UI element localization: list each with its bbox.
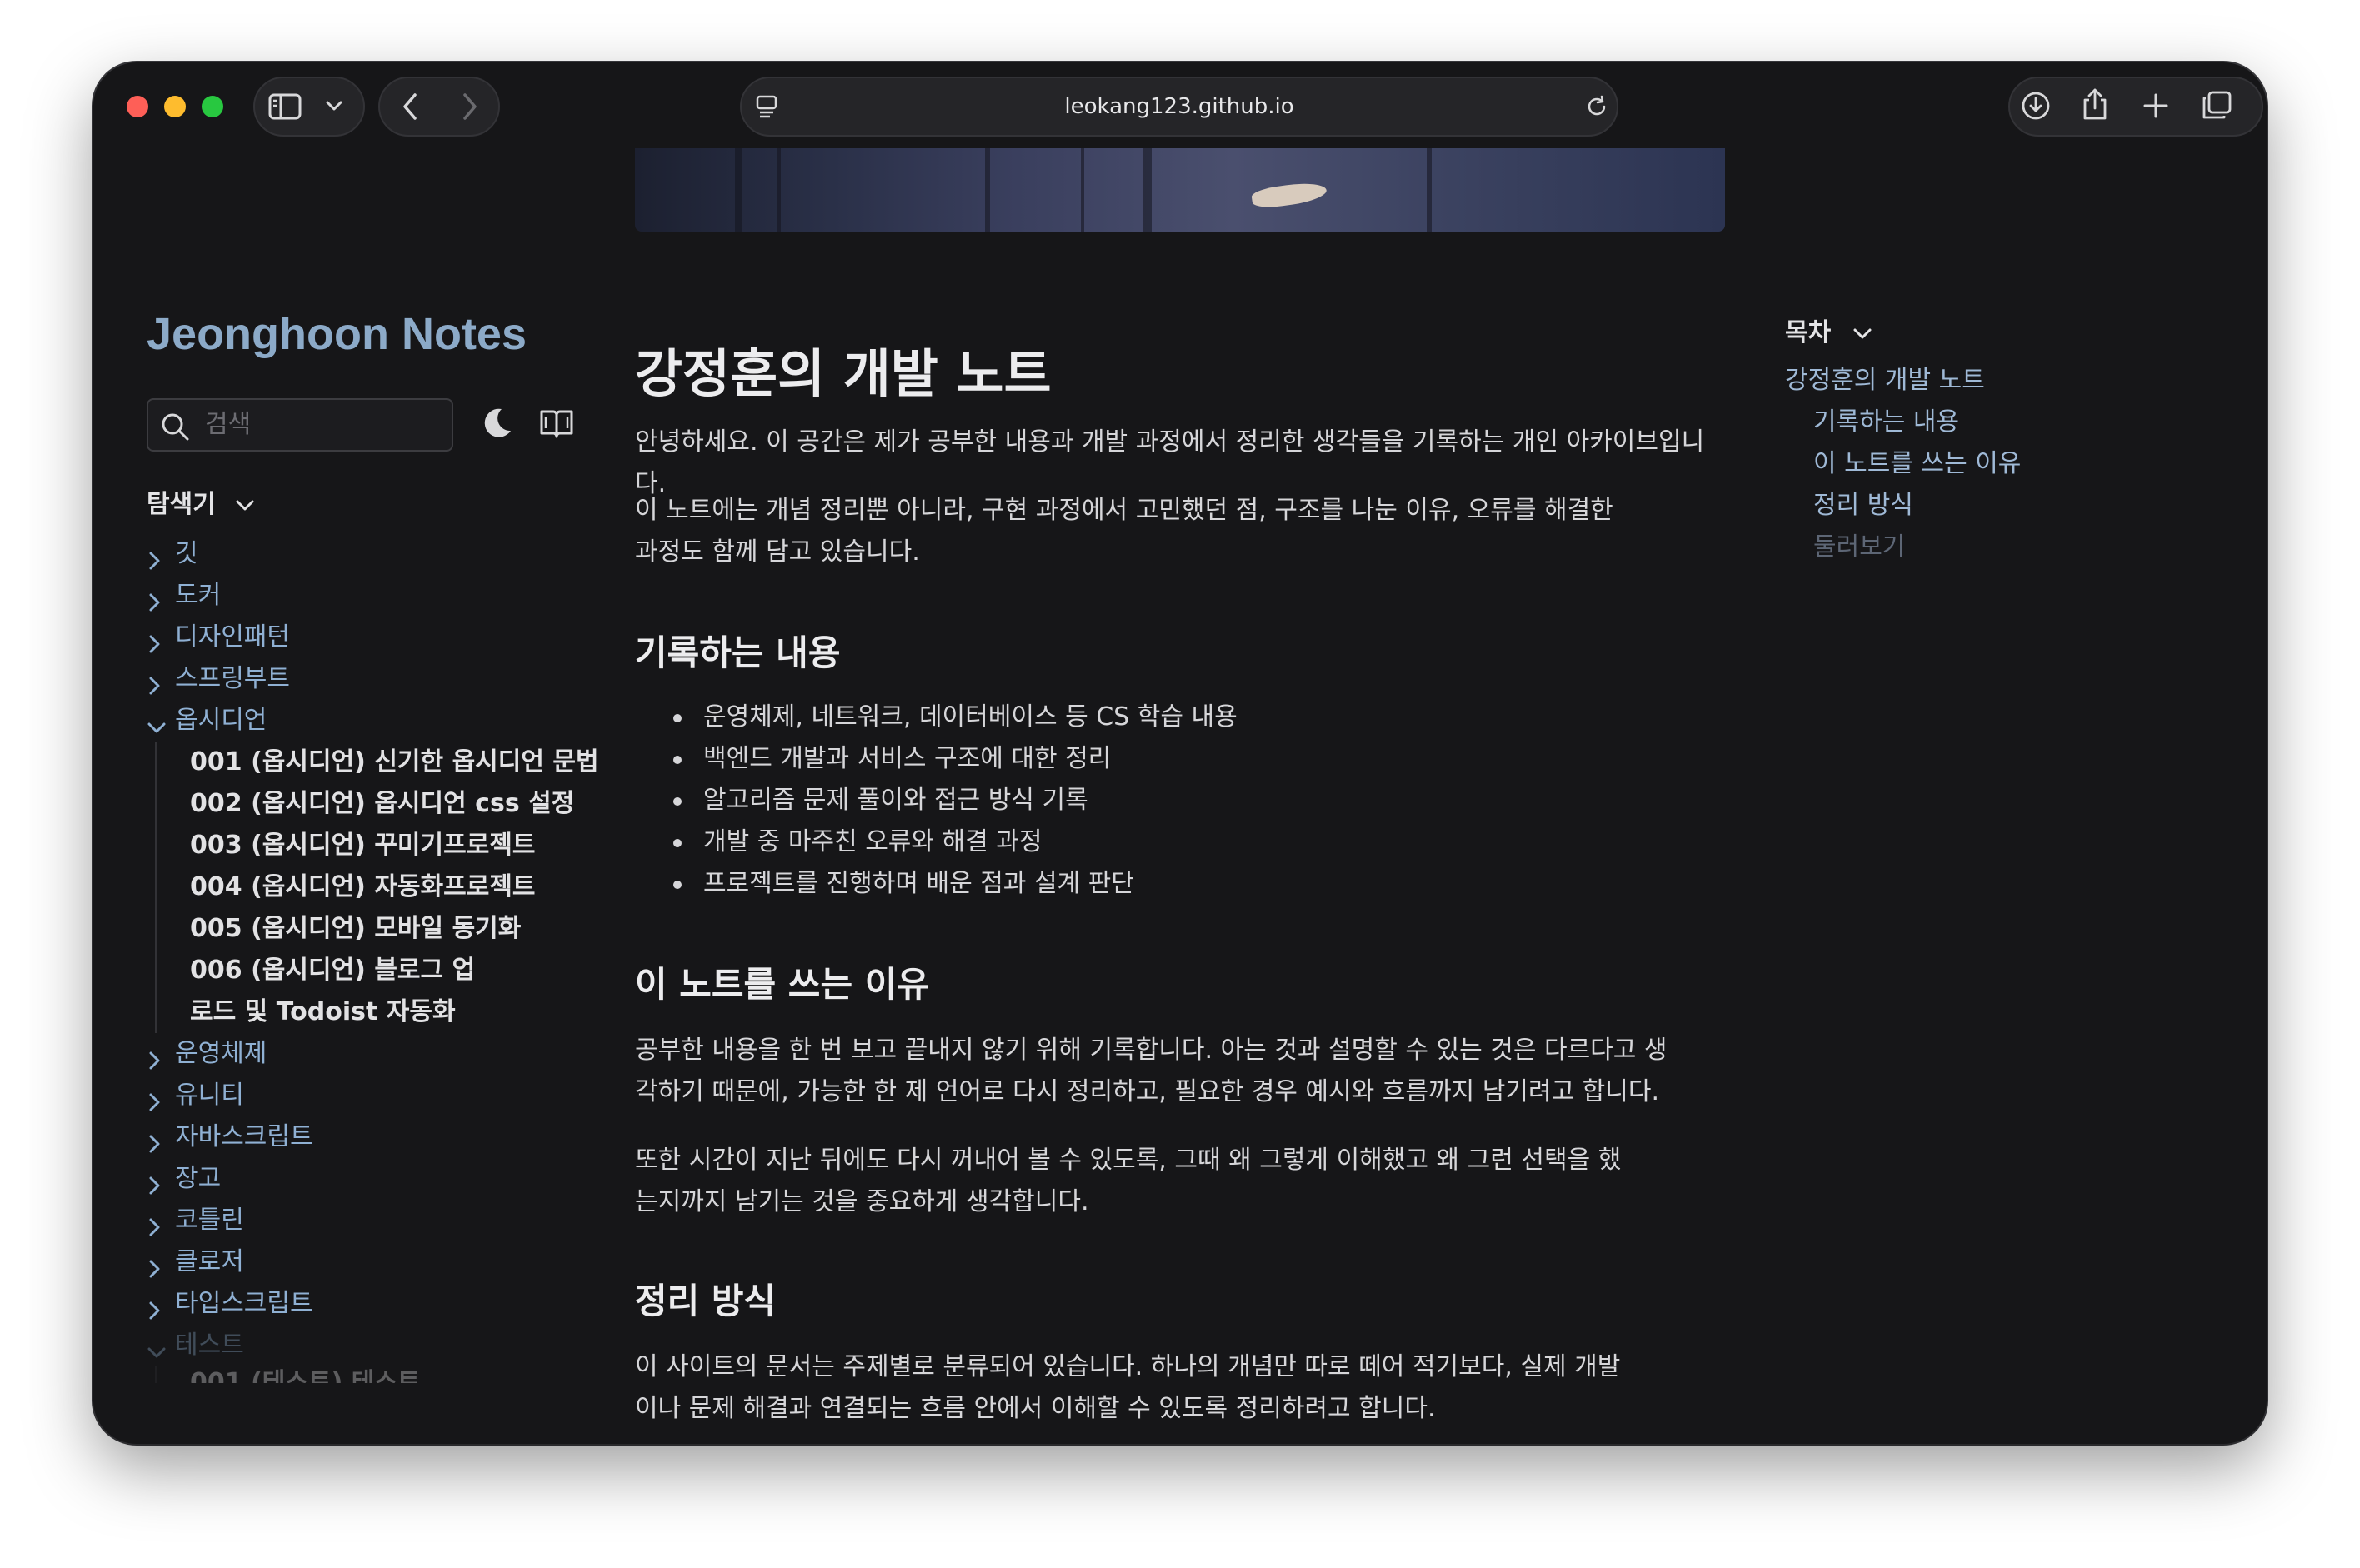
list-item-text: 프로젝트를 진행하며 배운 점과 설계 판단	[703, 869, 1134, 898]
sidebar-folder[interactable]: 스프링부트	[147, 658, 580, 700]
sidebar-folder-label: 장고	[175, 1164, 222, 1193]
paragraph-line: 공부한 내용을 한 번 보고 끝내지 않기 위해 기록합니다. 아는 것과 설명…	[635, 1036, 1668, 1065]
sidebar-folder-label: 자바스크립트	[175, 1122, 313, 1151]
sidebar-folder-label: 타입스크립트	[175, 1289, 313, 1318]
site-title[interactable]: Jeonghoon Notes	[147, 308, 527, 360]
sidebar-note-link[interactable]: 003 (옵시디언) 꾸미기프로젝트	[155, 825, 580, 866]
share-icon[interactable]	[2080, 87, 2110, 125]
sidebar-folder[interactable]: 유니티	[147, 1075, 580, 1116]
list-item-text: 개발 중 마주친 오류와 해결 과정	[703, 827, 1042, 856]
explorer-title[interactable]: 탐색기	[147, 483, 256, 520]
sidebar-note-link[interactable]: 006 (옵시디언) 블로그 업	[155, 950, 580, 991]
section-heading: 기록하는 내용	[635, 632, 841, 673]
toc-item[interactable]: 이 노트를 쓰는 이유	[1785, 443, 2021, 485]
sidebar-folder[interactable]: 깃	[147, 533, 580, 575]
sidebar-note-link[interactable]: 004 (옵시디언) 자동화프로젝트	[155, 866, 580, 908]
paragraph-line: 이나 문제 해결과 연결되는 흐름 안에서 이해할 수 있도록 정리하려고 합니…	[635, 1394, 1436, 1423]
search-placeholder: 검색	[205, 410, 252, 439]
chevron-down-icon	[1853, 328, 1872, 338]
sidebar-folder-label: 코틀린	[175, 1206, 244, 1235]
list-item: 운영체제, 네트워크, 데이터베이스 등 CS 학습 내용	[635, 697, 1238, 738]
paragraph-line: 이 사이트의 문서는 주제별로 분류되어 있습니다. 하나의 개념만 따로 떼어…	[635, 1352, 1621, 1381]
minimize-window-button[interactable]	[164, 96, 186, 117]
toc-item[interactable]: 기록하는 내용	[1785, 402, 2021, 443]
chevron-down-icon	[147, 710, 167, 752]
sidebar-folder-label: 유니티	[175, 1081, 244, 1110]
back-icon[interactable]	[400, 92, 420, 125]
list-item: 개발 중 마주친 오류와 해결 과정	[635, 821, 1238, 863]
toc-item[interactable]: 정리 방식	[1785, 485, 2021, 527]
sidebar-icon[interactable]	[268, 93, 302, 123]
zoom-window-button[interactable]	[202, 96, 223, 117]
page-title: 강정훈의 개발 노트	[635, 343, 1052, 404]
paragraph-line: 또한 시간이 지난 뒤에도 다시 꺼내어 볼 수 있도록, 그때 왜 그렇게 이…	[635, 1146, 1622, 1175]
chevron-down-icon	[236, 500, 254, 510]
close-window-button[interactable]	[127, 96, 148, 117]
toc-title-label: 목차	[1785, 318, 1832, 347]
toc-list: 강정훈의 개발 노트 기록하는 내용 이 노트를 쓰는 이유 정리 방식 둘러보…	[1785, 360, 2021, 568]
list-item: 백엔드 개발과 서비스 구조에 대한 정리	[635, 738, 1238, 780]
download-icon[interactable]	[2020, 90, 2052, 125]
explorer-title-label: 탐색기	[147, 490, 216, 519]
sidebar-folder[interactable]: 코틀린	[147, 1200, 580, 1241]
sidebar-folder-label: 테스트	[175, 1331, 244, 1360]
list-item-text: 백엔드 개발과 서비스 구조에 대한 정리	[703, 744, 1112, 773]
paragraph-line: 각하기 때문에, 가능한 한 제 언어로 다시 정리하고, 필요한 경우 예시와…	[635, 1077, 1659, 1106]
sidebar-folder-label: 옵시디언	[175, 706, 268, 735]
sidebar-folder[interactable]: 디자인패턴	[147, 617, 580, 658]
sidebar-folder-label: 도커	[175, 581, 222, 610]
hero-image	[635, 148, 1725, 232]
bullet-list: 운영체제, 네트워크, 데이터베이스 등 CS 학습 내용 백엔드 개발과 서비…	[635, 697, 1238, 905]
sidebar-note-link[interactable]: 001 (테스트) 테스트	[155, 1366, 580, 1383]
search-input[interactable]: 검색	[147, 398, 453, 452]
sidebar-note-link[interactable]: 로드 및 Todoist 자동화	[155, 991, 580, 1033]
toc-title[interactable]: 목차	[1785, 312, 1873, 348]
sidebar-folder[interactable]: 클로저	[147, 1241, 580, 1283]
chevron-down-icon[interactable]	[325, 98, 343, 117]
sidebar-folder[interactable]: 타입스크립트	[147, 1283, 580, 1325]
toc-item[interactable]: 둘러보기	[1785, 527, 2021, 568]
forward-icon[interactable]	[460, 92, 480, 125]
sidebar-folder-label: 디자인패턴	[175, 622, 290, 652]
list-item: 알고리즘 문제 풀이와 접근 방식 기록	[635, 780, 1238, 821]
url-text[interactable]: leokang123.github.io	[740, 77, 1618, 137]
sidebar-folder-label: 깃	[175, 539, 198, 568]
sidebar-folder-label: 운영체제	[175, 1039, 268, 1068]
sidebar-folder[interactable]: 자바스크립트	[147, 1116, 580, 1158]
paragraph-line: 는지까지 남기는 것을 중요하게 생각합니다.	[635, 1187, 1089, 1216]
reload-icon[interactable]	[1583, 93, 1610, 123]
section-heading: 정리 방식	[635, 1281, 777, 1321]
paragraph-line: 이 노트에는 개념 정리뿐 아니라, 구현 과정에서 고민했던 점, 구조를 나…	[635, 496, 1613, 525]
dark-mode-icon[interactable]	[478, 405, 515, 445]
list-item: 프로젝트를 진행하며 배운 점과 설계 판단	[635, 863, 1238, 905]
explorer-tree: 깃 도커 디자인패턴 스프링부트 옵시디언 001 (옵시디언) 신기한 옵시디언 문법 0…	[147, 533, 599, 1383]
paragraph-line: 과정도 함께 담고 있습니다.	[635, 537, 920, 567]
sidebar-folder-label: 스프링부트	[175, 664, 290, 693]
sidebar-folder[interactable]: 도커	[147, 575, 580, 617]
section-heading: 이 노트를 쓰는 이유	[635, 964, 929, 1005]
list-item-text: 운영체제, 네트워크, 데이터베이스 등 CS 학습 내용	[703, 702, 1238, 732]
sidebar-note-link[interactable]: 001 (옵시디언) 신기한 옵시디언 문법	[155, 742, 599, 783]
sidebar-folder[interactable]: 테스트	[147, 1325, 580, 1366]
tabs-icon[interactable]	[2200, 90, 2233, 125]
sidebar-note-link[interactable]: 002 (옵시디언) 옵시디언 css 설정	[155, 783, 580, 825]
navigation-group	[378, 77, 500, 137]
sidebar-folder[interactable]: 운영체제	[147, 1033, 580, 1075]
sidebar-folder[interactable]: 장고	[147, 1158, 580, 1200]
search-icon	[160, 412, 190, 445]
sidebar-folder[interactable]: 옵시디언	[147, 700, 580, 742]
toc-item[interactable]: 강정훈의 개발 노트	[1785, 360, 2021, 402]
list-item-text: 알고리즘 문제 풀이와 접근 방식 기록	[703, 786, 1088, 815]
reader-mode-icon[interactable]	[538, 407, 575, 443]
sidebar-folder-label: 클로저	[175, 1247, 244, 1276]
plus-icon[interactable]	[2142, 92, 2170, 123]
sidebar-note-link[interactable]: 005 (옵시디언) 모바일 동기화	[155, 908, 580, 950]
